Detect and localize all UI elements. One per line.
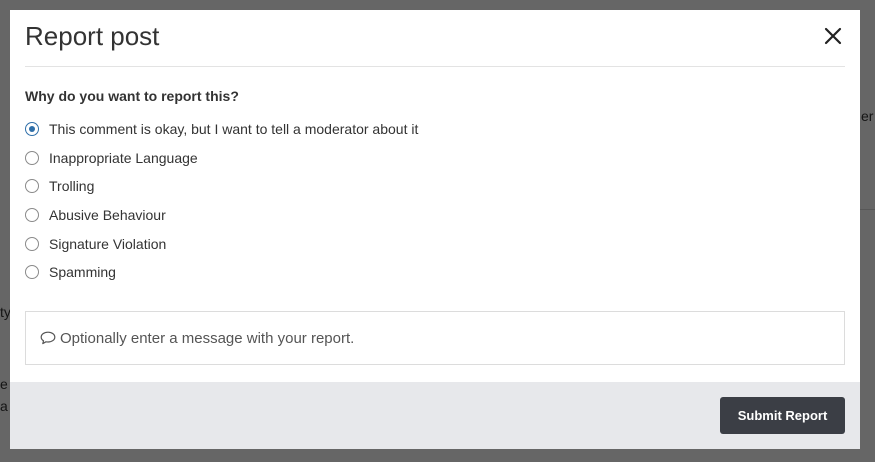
dialog-footer: Submit Report	[10, 382, 860, 449]
reason-radio-group: This comment is okay, but I want to tell…	[25, 115, 845, 287]
close-button[interactable]	[821, 24, 845, 48]
report-question: Why do you want to report this?	[25, 88, 239, 104]
radio-button[interactable]	[25, 265, 39, 280]
reason-option[interactable]: Abusive Behaviour	[25, 201, 845, 230]
close-icon	[824, 27, 842, 45]
report-post-dialog: Report post Why do you want to report th…	[10, 10, 860, 449]
radio-button[interactable]	[25, 122, 39, 137]
reason-option[interactable]: Spamming	[25, 258, 845, 287]
reason-label: Signature Violation	[49, 235, 167, 252]
dialog-title: Report post	[25, 21, 160, 51]
message-placeholder: Optionally enter a message with your rep…	[60, 329, 355, 347]
radio-button[interactable]	[25, 179, 39, 194]
dialog-body: Why do you want to report this? This com…	[25, 86, 845, 287]
reason-label: Abusive Behaviour	[49, 207, 166, 224]
reason-option[interactable]: Signature Violation	[25, 229, 845, 258]
reason-option[interactable]: Inappropriate Language	[25, 144, 845, 173]
radio-button[interactable]	[25, 236, 39, 251]
reason-label: Inappropriate Language	[49, 149, 198, 166]
radio-button[interactable]	[25, 150, 39, 165]
submit-report-button[interactable]: Submit Report	[720, 397, 845, 434]
reason-option[interactable]: This comment is okay, but I want to tell…	[25, 115, 845, 144]
radio-button[interactable]	[25, 208, 39, 223]
speech-bubble-icon	[40, 331, 56, 345]
dialog-header: Report post	[25, 10, 845, 67]
reason-label: Spamming	[49, 264, 116, 281]
reason-option[interactable]: Trolling	[25, 172, 845, 201]
reason-label: This comment is okay, but I want to tell…	[49, 121, 419, 138]
reason-label: Trolling	[49, 178, 95, 195]
report-message-input[interactable]: Optionally enter a message with your rep…	[25, 311, 845, 365]
